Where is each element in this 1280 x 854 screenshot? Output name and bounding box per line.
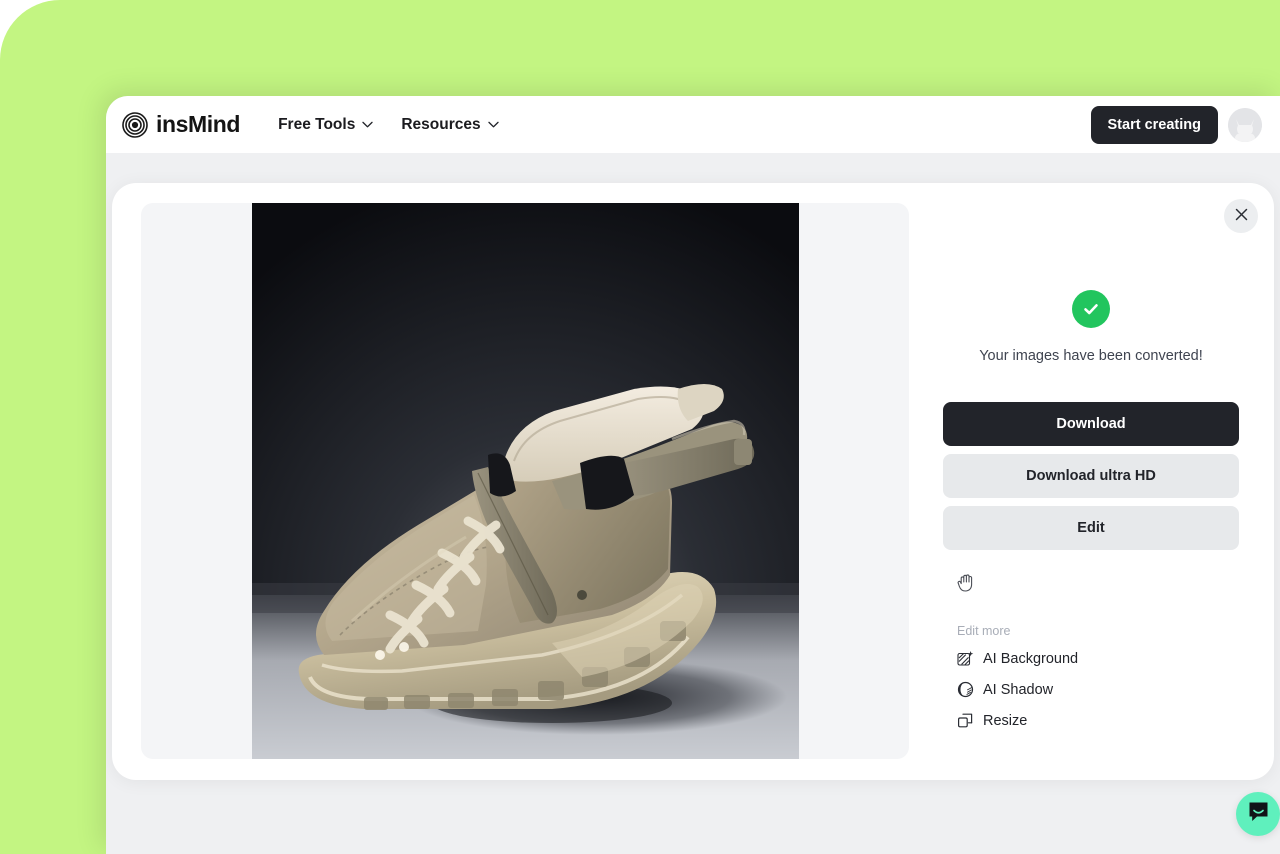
site-header: insMind Free Tools Resources Start creat…: [106, 96, 1280, 153]
chat-bubble-icon: [1247, 800, 1270, 828]
user-avatar-icon: [1228, 107, 1262, 142]
start-creating-button[interactable]: Start creating: [1090, 105, 1218, 144]
edit-more-section: Edit more AI Background AI Shadow Resize: [957, 624, 1239, 729]
converted-image[interactable]: [251, 203, 799, 759]
grab-hand-cursor-icon: [957, 571, 977, 593]
edit-more-item-ai-background[interactable]: AI Background: [957, 650, 1239, 667]
nav-item-label: Resources: [401, 115, 481, 133]
browser-window: insMind Free Tools Resources Start creat…: [106, 96, 1280, 854]
ai-background-icon: [957, 650, 974, 667]
chevron-down-icon: [487, 121, 499, 128]
edit-more-item-label: AI Shadow: [983, 681, 1054, 698]
success-block: Your images have been converted!: [943, 290, 1239, 364]
edit-more-item-resize[interactable]: Resize: [957, 712, 1239, 729]
resize-icon: [957, 712, 974, 729]
download-ultra-hd-button[interactable]: Download ultra HD: [943, 454, 1239, 498]
chat-widget-button[interactable]: [1236, 792, 1280, 836]
header-actions: Start creating: [1090, 105, 1268, 144]
main-nav: Free Tools Resources: [278, 116, 499, 134]
edit-more-label: Edit more: [957, 624, 1011, 638]
edit-button[interactable]: Edit: [943, 506, 1239, 550]
check-circle-icon: [1072, 290, 1110, 328]
ai-shadow-icon: [957, 681, 974, 698]
concentric-circles-logo-icon: [122, 111, 148, 138]
result-panel: Your images have been converted! Downloa…: [943, 203, 1239, 759]
logo-text: insMind: [156, 111, 241, 137]
edit-more-item-label: Resize: [983, 712, 1028, 729]
result-modal: Your images have been converted! Downloa…: [112, 183, 1274, 780]
nav-item-label: Free Tools: [278, 115, 356, 133]
chevron-down-icon: [362, 121, 374, 128]
download-button[interactable]: Download: [943, 402, 1239, 446]
image-preview-canvas[interactable]: [141, 203, 909, 759]
avatar[interactable]: [1228, 107, 1262, 142]
status-message: Your images have been converted!: [979, 348, 1203, 364]
nav-item-free-tools[interactable]: Free Tools: [278, 115, 374, 134]
action-buttons: Download Download ultra HD Edit: [943, 402, 1239, 550]
logo[interactable]: insMind: [122, 111, 241, 138]
edit-more-item-label: AI Background: [983, 650, 1079, 667]
edit-more-item-ai-shadow[interactable]: AI Shadow: [957, 681, 1239, 698]
nav-item-resources[interactable]: Resources: [401, 115, 499, 134]
